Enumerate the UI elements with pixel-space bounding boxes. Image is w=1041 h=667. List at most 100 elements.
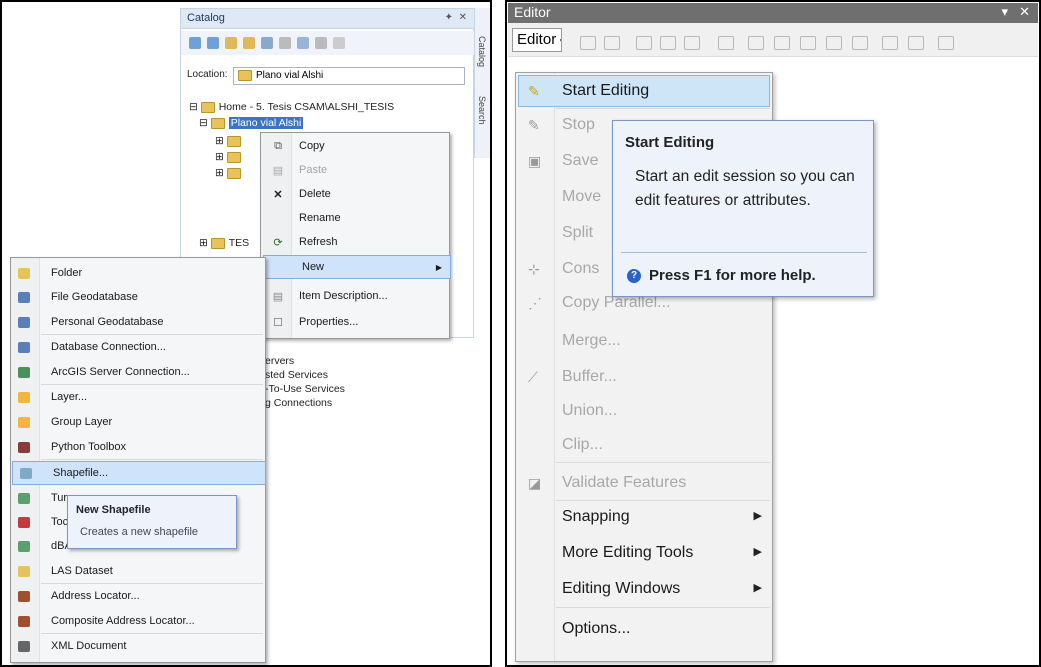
submenu-item-group-layer[interactable]: Group Layer xyxy=(11,411,265,433)
straight-segment-icon[interactable] xyxy=(636,36,652,50)
submenu-item-file-geodatabase[interactable]: File Geodatabase xyxy=(11,286,265,308)
menu-item-paste[interactable]: ▤ Paste xyxy=(261,159,449,181)
new-shapefile-tooltip: New Shapefile Creates a new shapefile xyxy=(67,495,237,549)
editor-menu-item-start-editing[interactable]: ✎ Start Editing xyxy=(516,75,774,107)
submenu-item-las-dataset[interactable]: LAS Dataset xyxy=(11,560,265,582)
tooltip-description: Creates a new shapefile xyxy=(80,526,199,538)
editor-menu-item-buffer[interactable]: ⟋ Buffer... xyxy=(516,361,774,393)
tree-partial: sted Services xyxy=(265,369,329,381)
submenu-arrow-icon: ▶ xyxy=(435,262,442,272)
menu-separator xyxy=(556,462,770,463)
dropdown-arrow-icon[interactable]: ▾ xyxy=(1001,4,1008,20)
editor-menu-item-options[interactable]: Options... xyxy=(516,613,774,645)
address-locator-icon xyxy=(17,589,31,603)
cut-polygon-icon[interactable] xyxy=(800,36,816,50)
delete-icon: ✕ xyxy=(273,188,283,201)
tree-partial: ervers xyxy=(265,355,295,367)
submenu-item-layer[interactable]: Layer... xyxy=(11,386,265,408)
back-icon[interactable] xyxy=(189,37,201,49)
editor-menu-item-merge[interactable]: Merge... xyxy=(516,325,774,357)
item-description-icon: ▤ xyxy=(272,290,284,303)
catalog-side-tab[interactable]: Catalog xyxy=(477,36,487,67)
menu-item-copy[interactable]: ⧉ Copy xyxy=(261,135,449,157)
toggle-icon[interactable] xyxy=(315,37,327,49)
submenu-arrow-icon: ▶ xyxy=(753,510,762,522)
editor-dropdown-label: Editor xyxy=(517,31,557,48)
submenu-item-arcgis-server[interactable]: ArcGIS Server Connection... xyxy=(11,361,265,383)
save-edits-icon: ▣ xyxy=(528,153,542,169)
create-features-icon[interactable] xyxy=(938,36,954,50)
menu-separator xyxy=(41,334,263,335)
help-icon: ? xyxy=(627,269,641,284)
database-connection-icon xyxy=(17,340,31,354)
close-icon[interactable]: ✕ xyxy=(1019,4,1030,20)
submenu-item-personal-geodatabase[interactable]: Personal Geodatabase xyxy=(11,311,265,333)
submenu-item-shapefile[interactable]: Shapefile... xyxy=(12,461,266,485)
composite-locator-icon xyxy=(17,614,31,628)
dbase-table-icon xyxy=(17,539,31,553)
tree-label-selected: Plano vial Alshi xyxy=(228,117,304,129)
start-editing-icon: ✎ xyxy=(528,83,540,99)
rotate-icon[interactable] xyxy=(852,36,868,50)
connect-folder-icon[interactable] xyxy=(261,37,273,49)
forward-icon[interactable] xyxy=(207,37,219,49)
submenu-item-address-locator[interactable]: Address Locator... xyxy=(11,585,265,607)
validate-features-icon: ◪ xyxy=(528,475,542,491)
folder-icon xyxy=(17,266,31,280)
submenu-item-composite-locator[interactable]: Composite Address Locator... xyxy=(11,610,265,632)
split-icon[interactable] xyxy=(826,36,842,50)
menu-separator xyxy=(41,633,263,634)
edit-tool-icon[interactable] xyxy=(580,36,596,50)
submenu-item-folder[interactable]: Folder xyxy=(11,262,265,284)
search-side-tab[interactable]: Search xyxy=(477,96,487,125)
chevron-down-icon: ▼ xyxy=(558,37,561,46)
catalog-toolbar xyxy=(181,31,475,55)
menu-item-rename[interactable]: Rename xyxy=(261,207,449,229)
menu-separator xyxy=(41,459,263,460)
attributes-icon[interactable] xyxy=(882,36,898,50)
tree-label: Home - 5. Tesis CSAM\ALSHI_TESIS xyxy=(218,101,395,113)
editor-menu-item-more-editing-tools[interactable]: More Editing Tools ▶ xyxy=(516,537,774,569)
tree-item[interactable]: ⊞ xyxy=(215,167,245,179)
menu-separator xyxy=(41,384,263,385)
point-icon[interactable] xyxy=(718,36,734,50)
tree-label: TES xyxy=(228,237,250,249)
options-icon[interactable] xyxy=(333,37,345,49)
edit-annotation-icon[interactable] xyxy=(604,36,620,50)
menu-item-new[interactable]: New ▶ xyxy=(263,255,451,279)
home-icon[interactable] xyxy=(225,37,237,49)
menu-item-delete[interactable]: ✕ Delete xyxy=(261,183,449,205)
location-input[interactable]: Plano vial Alshi xyxy=(233,67,465,85)
menu-item-item-description[interactable]: ▤ Item Description... xyxy=(261,285,449,307)
tree-item-tes[interactable]: ⊞ TES xyxy=(199,237,249,249)
tree-item-home[interactable]: ⊟ Home - 5. Tesis CSAM\ALSHI_TESIS xyxy=(189,101,394,113)
pin-icon[interactable]: ✦ xyxy=(445,12,453,23)
tree-item[interactable]: ⊞ xyxy=(215,151,245,163)
editor-dropdown-button[interactable]: Editor▼ xyxy=(512,28,562,52)
editor-menu-item-editing-windows[interactable]: Editing Windows ▶ xyxy=(516,573,774,605)
submenu-item-database-connection[interactable]: Database Connection... xyxy=(11,336,265,358)
editor-menu-item-union[interactable]: Union... xyxy=(516,395,774,427)
catalog-side-tabs: Catalog Search xyxy=(474,8,490,158)
catalog-context-menu: ⧉ Copy ▤ Paste ✕ Delete Rename ⟳ Refresh New… xyxy=(260,132,451,339)
editor-menu-item-validate-features[interactable]: ◪ Validate Features xyxy=(516,467,774,499)
editor-menu-item-clip[interactable]: Clip... xyxy=(516,429,774,461)
edit-vertices-icon[interactable] xyxy=(748,36,764,50)
close-icon[interactable]: ✕ xyxy=(459,12,467,23)
folder-icon xyxy=(210,237,225,249)
tree-item-plano-vial[interactable]: ⊟ Plano vial Alshi xyxy=(199,117,304,129)
editor-menu-item-snapping[interactable]: Snapping ▶ xyxy=(516,501,774,533)
arc-segment-icon[interactable] xyxy=(660,36,676,50)
up-folder-icon[interactable] xyxy=(243,37,255,49)
trace-icon[interactable] xyxy=(684,36,700,50)
reshape-icon[interactable] xyxy=(774,36,790,50)
submenu-item-python-toolbox[interactable]: Python Toolbox xyxy=(11,436,265,458)
grid-icon[interactable] xyxy=(297,37,309,49)
tree-item[interactable]: ⊞ xyxy=(215,135,245,147)
menu-item-properties[interactable]: ☐ Properties... xyxy=(261,311,449,333)
sketch-properties-icon[interactable] xyxy=(908,36,924,50)
file-geodatabase-icon xyxy=(17,290,31,304)
menu-item-refresh[interactable]: ⟳ Refresh xyxy=(261,231,449,253)
view-icon[interactable] xyxy=(279,37,291,49)
submenu-item-xml-document[interactable]: XML Document xyxy=(11,635,265,657)
